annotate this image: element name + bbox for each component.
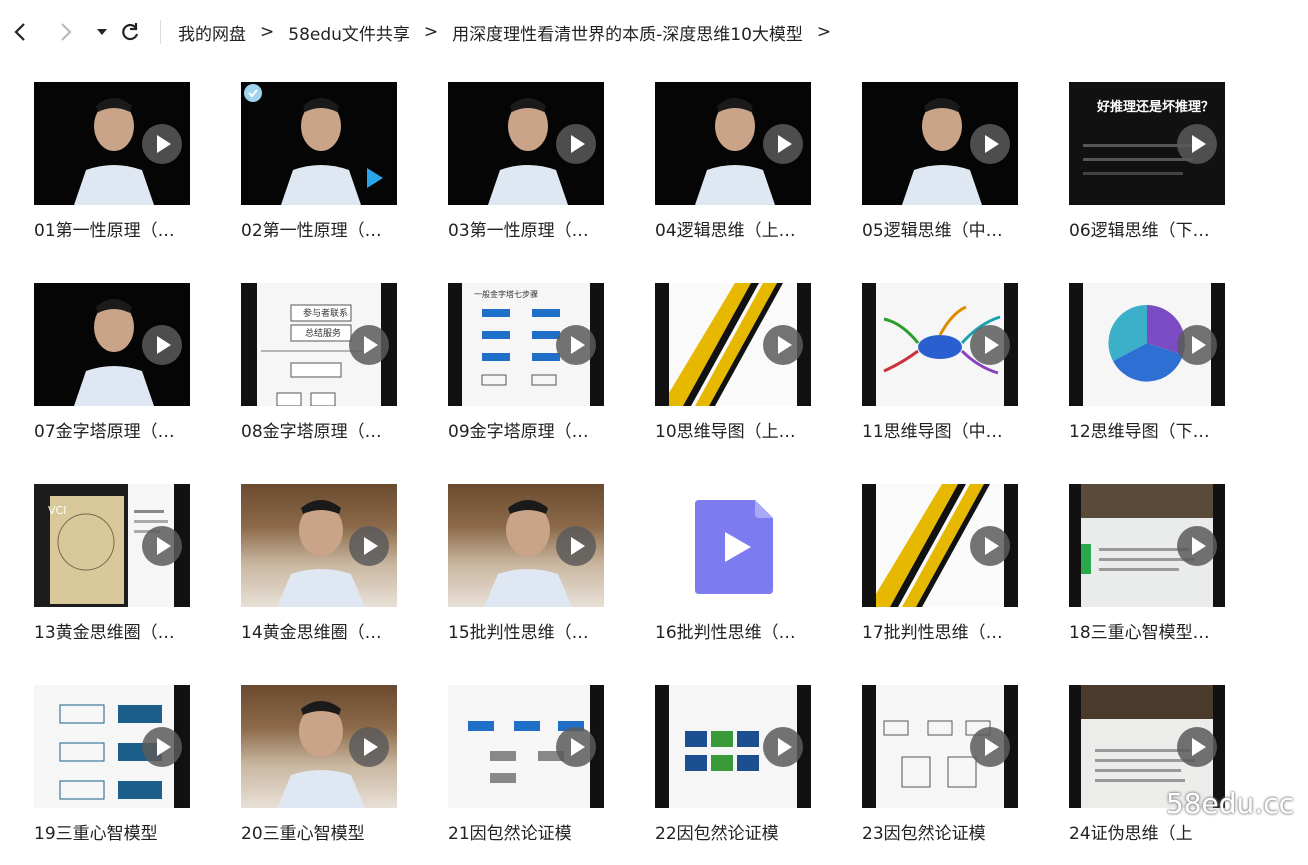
file-item[interactable]: 一般金字塔七步骤 09金字塔原理（…	[448, 283, 628, 463]
play-icon	[142, 325, 182, 365]
video-thumbnail	[448, 82, 604, 205]
file-item[interactable]: 17批判性思维（…	[862, 484, 1042, 664]
play-icon	[970, 325, 1010, 365]
play-icon	[556, 325, 596, 365]
video-thumbnail	[34, 283, 190, 406]
file-item[interactable]: 18三重心智模型…	[1069, 484, 1249, 664]
video-thumbnail	[655, 82, 811, 205]
file-item[interactable]: 04逻辑思维（上…	[655, 82, 835, 262]
play-icon	[1177, 124, 1217, 164]
play-icon	[1177, 727, 1217, 767]
play-icon	[556, 124, 596, 164]
play-icon	[970, 727, 1010, 767]
file-item[interactable]: 20三重心智模型	[241, 685, 421, 865]
file-name: 06逻辑思维（下…	[1069, 216, 1241, 241]
file-name: 15批判性思维（…	[448, 618, 620, 643]
file-name: 17批判性思维（…	[862, 618, 1034, 643]
video-thumbnail	[862, 685, 1018, 808]
play-icon	[142, 727, 182, 767]
play-icon	[1177, 325, 1217, 365]
video-thumbnail	[1069, 283, 1225, 406]
play-icon	[970, 526, 1010, 566]
file-name: 09金字塔原理（…	[448, 417, 620, 442]
play-icon	[1177, 526, 1217, 566]
file-item[interactable]: 14黄金思维圈（…	[241, 484, 421, 664]
file-name: 11思维导图（中…	[862, 417, 1034, 442]
file-name: 01第一性原理（…	[34, 216, 206, 241]
video-thumbnail	[241, 685, 397, 808]
file-name: 14黄金思维圈（…	[241, 618, 413, 643]
file-item[interactable]: 21因包然论证模	[448, 685, 628, 865]
video-thumbnail: VCI	[34, 484, 190, 607]
file-grid: 01第一性原理（… 02第一性原理（… 03第一性原理（… 04逻辑思维（上… …	[0, 0, 1308, 832]
play-icon	[142, 124, 182, 164]
file-item[interactable]: 好推理还是坏推理？ 06逻辑思维（下…	[1069, 82, 1249, 262]
video-thumbnail	[34, 685, 190, 808]
file-name: 16批判性思维（…	[655, 618, 827, 643]
file-item[interactable]: 23因包然论证模	[862, 685, 1042, 865]
video-thumbnail	[241, 484, 397, 607]
file-item[interactable]: 02第一性原理（…	[241, 82, 421, 262]
play-icon	[556, 526, 596, 566]
play-icon	[763, 325, 803, 365]
video-thumbnail	[1069, 484, 1225, 607]
video-thumbnail	[34, 82, 190, 205]
file-item[interactable]: 07金字塔原理（…	[34, 283, 214, 463]
play-icon	[556, 727, 596, 767]
play-icon	[349, 727, 389, 767]
video-thumbnail: 好推理还是坏推理？	[1069, 82, 1225, 205]
file-item[interactable]: 15批判性思维（…	[448, 484, 628, 664]
file-name: 13黄金思维圈（…	[34, 618, 206, 643]
file-item[interactable]: 16批判性思维（…	[655, 484, 835, 664]
file-item[interactable]: 12思维导图（下…	[1069, 283, 1249, 463]
file-item[interactable]: 05逻辑思维（中…	[862, 82, 1042, 262]
thumbnail-text: 参与者联系	[303, 306, 348, 319]
video-thumbnail	[655, 685, 811, 808]
watermark-text: 58edu.cc	[1166, 787, 1294, 820]
thumbnail-title: VCI	[48, 504, 66, 517]
file-item[interactable]: 22因包然论证模	[655, 685, 835, 865]
video-thumbnail	[862, 484, 1018, 607]
video-thumbnail	[241, 82, 397, 205]
file-name: 03第一性原理（…	[448, 216, 620, 241]
file-item[interactable]: 01第一性原理（…	[34, 82, 214, 262]
file-item[interactable]: 参与者联系 总结服务 08金字塔原理（…	[241, 283, 421, 463]
file-item[interactable]: 24证伪思维（上	[1069, 685, 1249, 865]
video-thumbnail	[862, 82, 1018, 205]
file-name: 10思维导图（上…	[655, 417, 827, 442]
video-thumbnail	[862, 283, 1018, 406]
play-icon	[349, 325, 389, 365]
thumbnail-text: 总结服务	[305, 326, 341, 339]
file-name: 07金字塔原理（…	[34, 417, 206, 442]
file-name: 12思维导图（下…	[1069, 417, 1241, 442]
file-item[interactable]: 11思维导图（中…	[862, 283, 1042, 463]
file-item[interactable]: 03第一性原理（…	[448, 82, 628, 262]
play-icon	[349, 526, 389, 566]
file-item[interactable]: 10思维导图（上…	[655, 283, 835, 463]
video-thumbnail	[448, 685, 604, 808]
thumbnail-title: 一般金字塔七步骤	[474, 289, 538, 300]
file-name: 08金字塔原理（…	[241, 417, 413, 442]
file-name: 18三重心智模型…	[1069, 618, 1241, 643]
play-icon	[763, 727, 803, 767]
file-name: 04逻辑思维（上…	[655, 216, 827, 241]
video-thumbnail	[655, 283, 811, 406]
play-icon	[970, 124, 1010, 164]
play-icon	[763, 124, 803, 164]
file-name: 02第一性原理（…	[241, 216, 413, 241]
file-item[interactable]: 19三重心智模型	[34, 685, 214, 865]
file-name: 05逻辑思维（中…	[862, 216, 1034, 241]
video-thumbnail	[448, 484, 604, 607]
file-item[interactable]: VCI 13黄金思维圈（…	[34, 484, 214, 664]
video-thumbnail: 一般金字塔七步骤	[448, 283, 604, 406]
video-file-icon	[655, 484, 811, 607]
video-thumbnail: 参与者联系 总结服务	[241, 283, 397, 406]
play-icon	[142, 526, 182, 566]
